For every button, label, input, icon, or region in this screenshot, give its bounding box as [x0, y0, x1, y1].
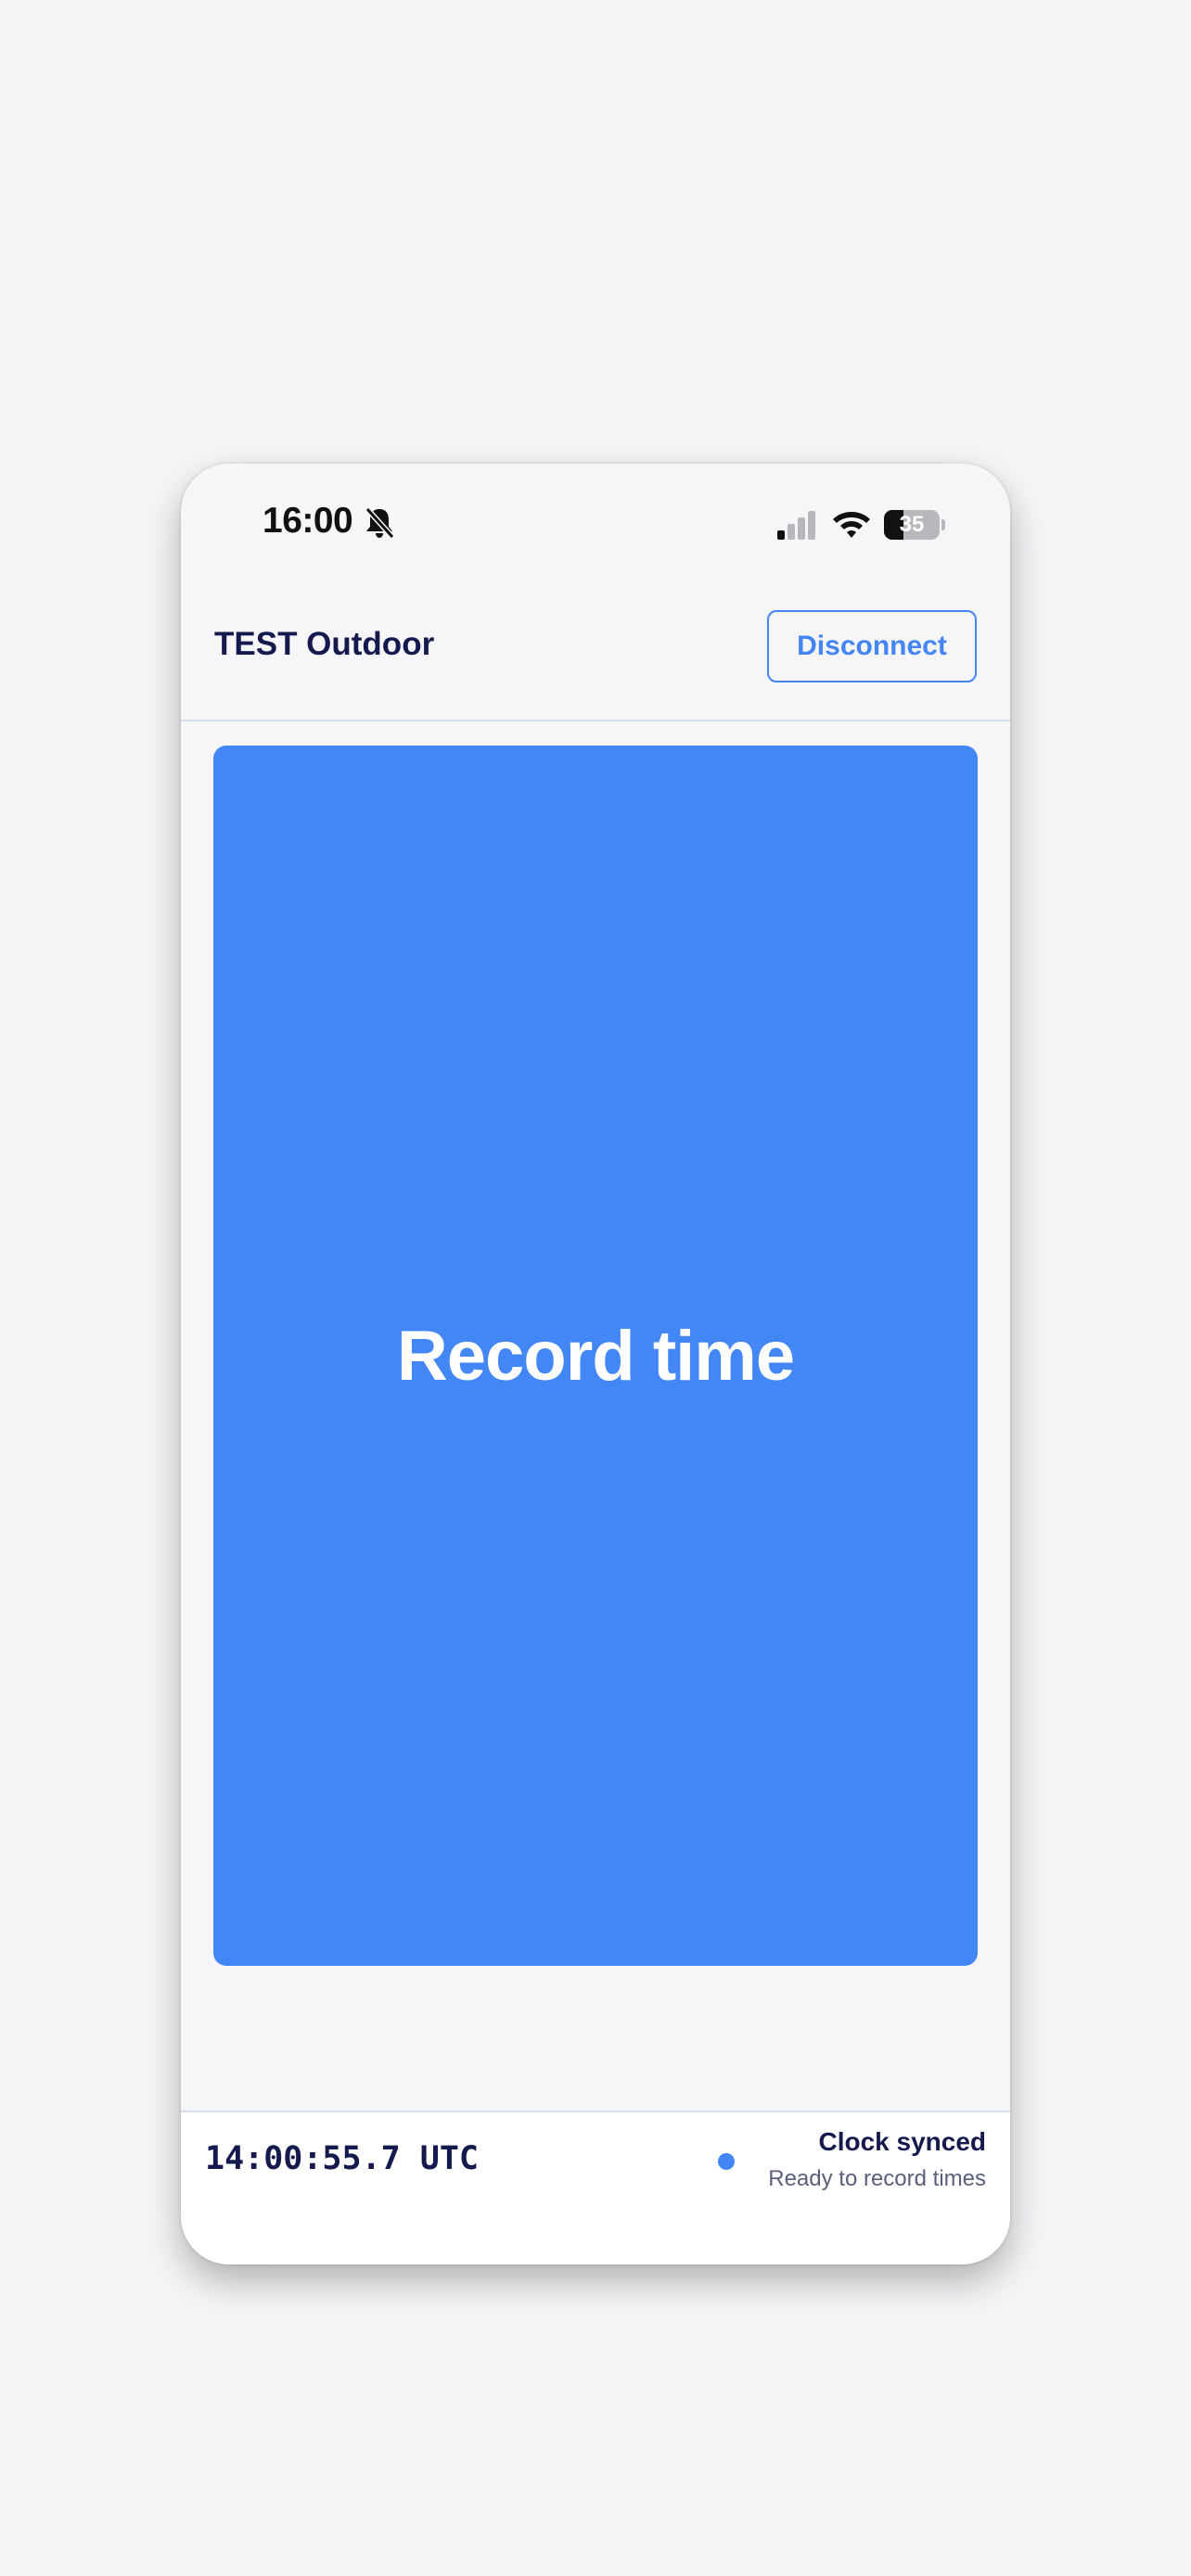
battery-tip — [941, 519, 945, 530]
sync-status-dot-icon — [718, 2153, 735, 2170]
footer-status-bar: 14:00:55.7 UTC Clock synced Ready to rec… — [181, 2111, 1010, 2264]
app-header: TEST Outdoor Disconnect — [181, 584, 1010, 721]
sync-status-title: Clock synced — [818, 2127, 986, 2156]
battery-icon: 35 — [884, 510, 940, 540]
utc-clock-readout: 14:00:55.7 UTC — [205, 2140, 480, 2177]
page-title: TEST Outdoor — [214, 626, 435, 662]
bell-slash-icon — [365, 506, 395, 540]
sync-status-detail: Ready to record times — [768, 2166, 986, 2191]
wifi-icon — [833, 512, 870, 538]
record-time-button[interactable]: Record time — [213, 746, 978, 1966]
cellular-signal-icon — [777, 511, 815, 540]
battery-level: 35 — [899, 512, 925, 537]
status-time: 16:00 — [263, 501, 353, 541]
phone-screen: 16:00 35 TEST Outdoor Disconnect Record — [181, 464, 1010, 2264]
status-bar: 16:00 35 — [181, 464, 1010, 584]
disconnect-button[interactable]: Disconnect — [767, 610, 977, 682]
